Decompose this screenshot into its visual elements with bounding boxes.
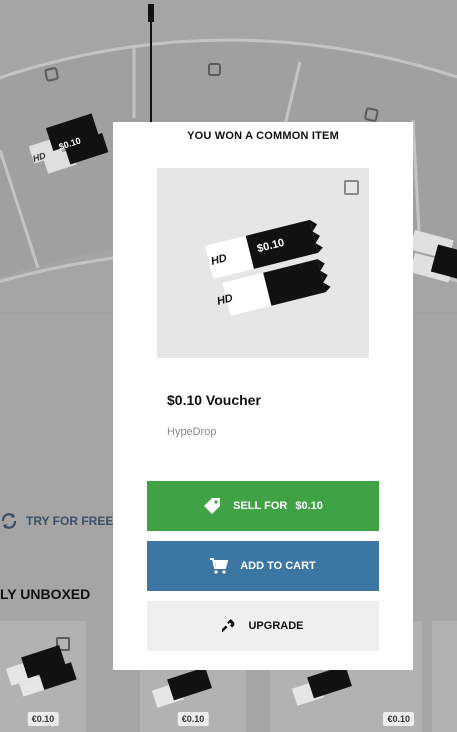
item-image-box: HD HD $0.10 xyxy=(157,168,369,358)
recently-unboxed-title: LY UNBOXED xyxy=(0,586,91,602)
sell-button-label: SELL FOR xyxy=(233,500,288,512)
refresh-icon xyxy=(1,513,17,529)
unboxed-card[interactable]: €0.10 xyxy=(0,621,86,732)
try-for-free-button[interactable]: TRY FOR FREE xyxy=(0,510,113,532)
voucher-image xyxy=(5,645,77,697)
card-price: €0.10 xyxy=(177,712,209,726)
unboxed-card[interactable] xyxy=(432,621,457,732)
try-for-free-label: TRY FOR FREE xyxy=(26,514,114,528)
sell-button-amount: $0.10 xyxy=(295,500,323,512)
card-price: €0.10 xyxy=(27,712,59,726)
card-price: €0.10 xyxy=(383,712,414,726)
voucher-image xyxy=(205,219,331,316)
item-won-modal: YOU WON A COMMON ITEM HD HD $0.10 $0.10 … xyxy=(113,122,413,670)
add-to-cart-label: ADD TO CART xyxy=(240,560,316,572)
modal-title: YOU WON A COMMON ITEM xyxy=(187,130,339,142)
upgrade-button[interactable]: UPGRADE xyxy=(147,601,379,651)
price-tag-icon xyxy=(204,498,221,514)
upgrade-label: UPGRADE xyxy=(248,620,304,632)
item-name: $0.10 Voucher xyxy=(167,392,261,408)
sell-button[interactable]: SELL FOR $0.10 xyxy=(147,481,379,531)
hammer-icon xyxy=(222,619,235,633)
shopping-cart-icon xyxy=(210,558,229,574)
item-brand: HypeDrop xyxy=(167,426,217,438)
add-to-cart-button[interactable]: ADD TO CART xyxy=(147,541,379,591)
